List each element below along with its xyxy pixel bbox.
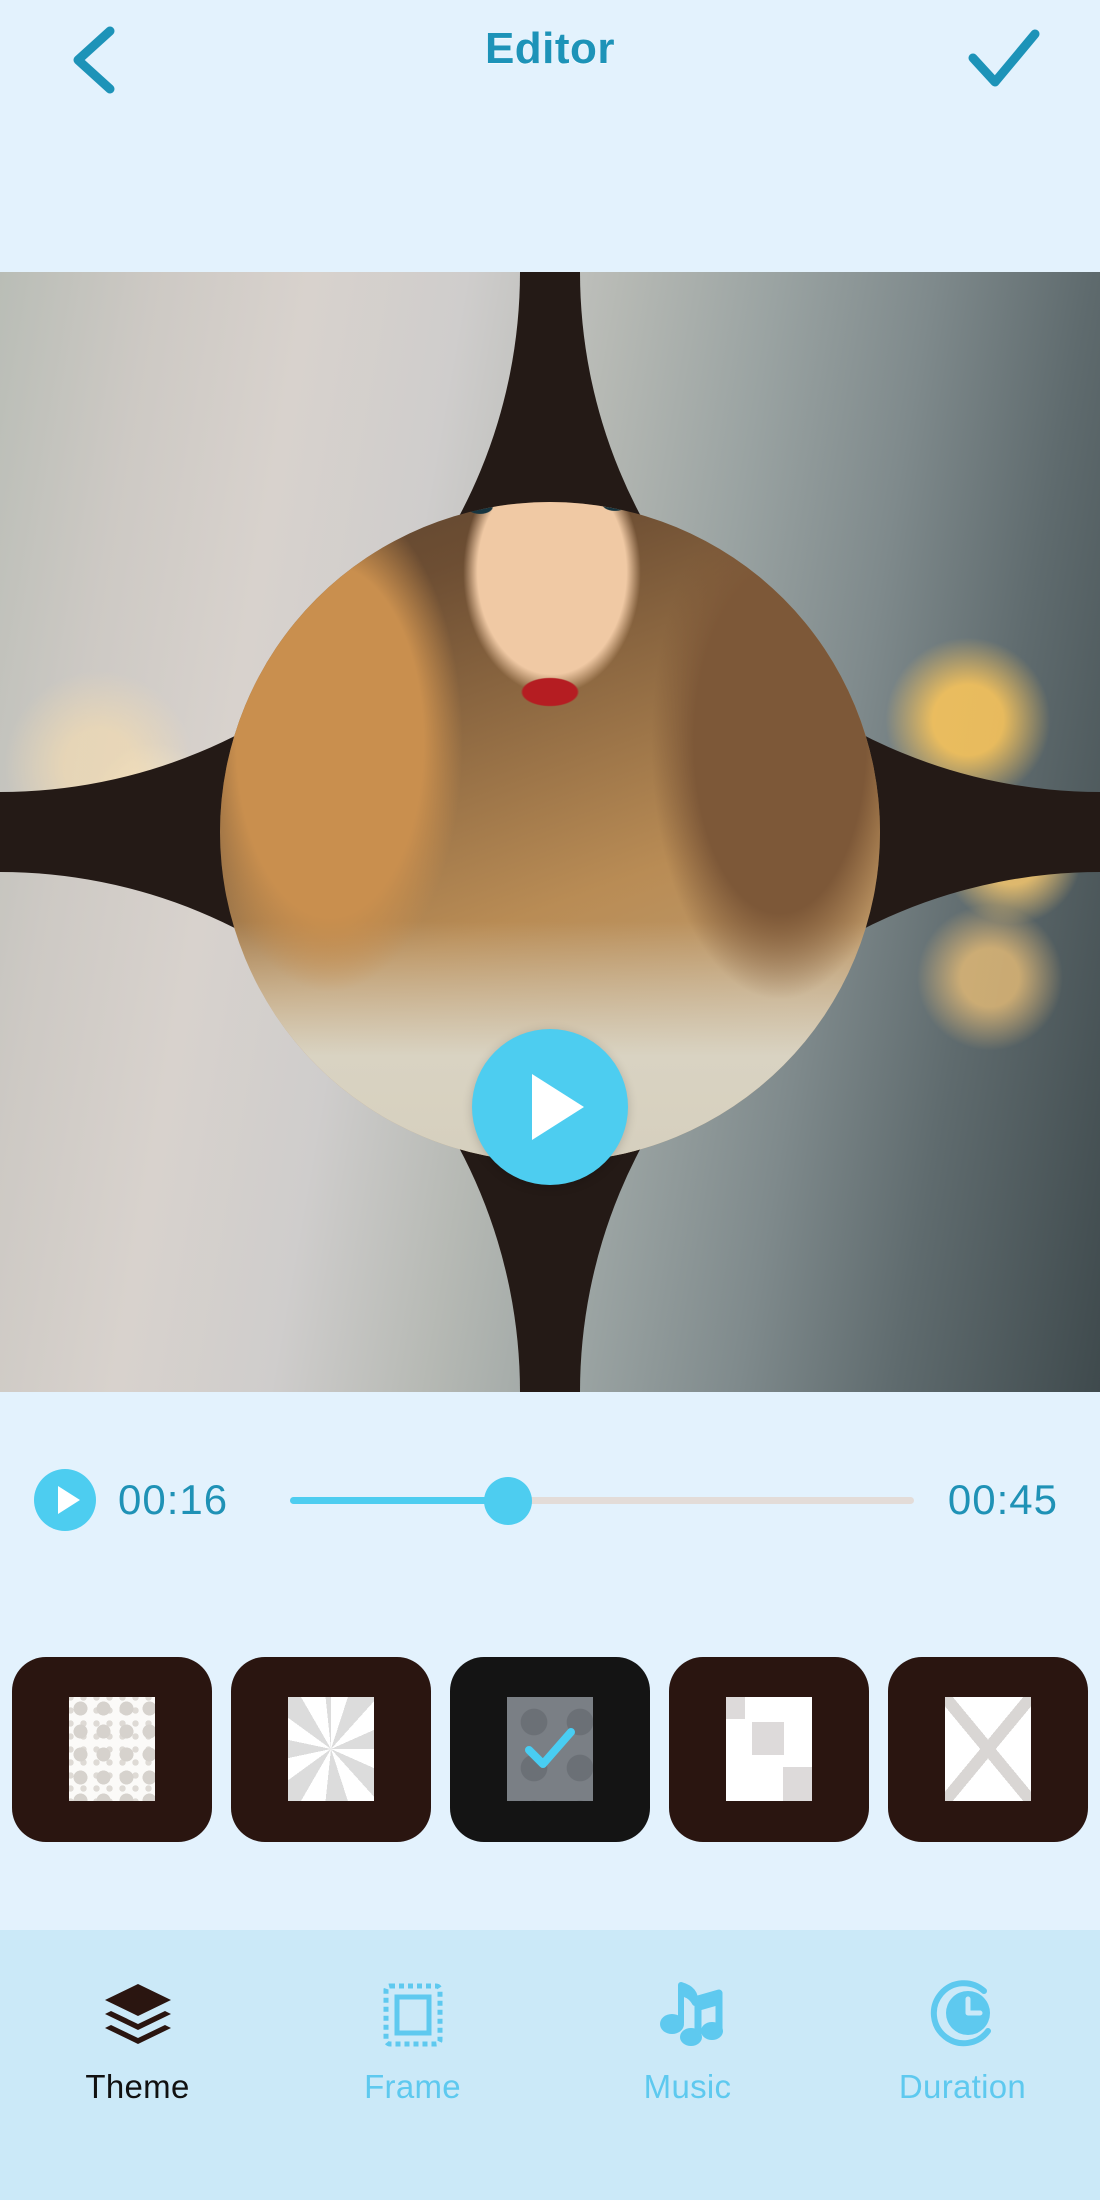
confirm-button[interactable]	[956, 14, 1052, 106]
selected-check-icon	[507, 1697, 593, 1801]
nav-label: Music	[643, 2068, 732, 2105]
theme-thumbnail	[726, 1697, 812, 1801]
clock-icon	[926, 1972, 1000, 2058]
timeline-play-button[interactable]	[34, 1469, 96, 1531]
slider-thumb[interactable]	[484, 1477, 533, 1525]
theme-item-blocks[interactable]	[669, 1656, 869, 1842]
theme-thumbnail	[945, 1697, 1031, 1801]
theme-item-dots[interactable]	[12, 1656, 212, 1842]
current-time-label: 00:16	[118, 1476, 229, 1523]
frame-icon	[379, 1972, 447, 2058]
theme-thumbnail	[69, 1697, 155, 1801]
nav-item-frame[interactable]: Frame	[308, 1972, 518, 2106]
nav-label: Frame	[364, 2068, 461, 2105]
theme-item-pinwheel[interactable]	[231, 1656, 431, 1842]
music-notes-icon	[651, 1972, 725, 2058]
nav-label: Theme	[85, 2068, 190, 2105]
theme-item-circles[interactable]	[450, 1656, 650, 1842]
play-icon	[532, 1074, 584, 1140]
content-spacer	[0, 1890, 1100, 1930]
timeline-bar: 00:16 00:45	[0, 1392, 1100, 1608]
nav-item-duration[interactable]: Duration	[858, 1972, 1068, 2106]
layers-icon	[101, 1972, 175, 2058]
nav-label: Duration	[898, 2068, 1027, 2105]
total-time-label: 00:45	[947, 1476, 1058, 1523]
editor-screen: Editor 00:16 00:45 Theme Frame Music Dur…	[0, 0, 1100, 2200]
check-icon	[968, 29, 1040, 87]
theme-list	[0, 1608, 1100, 1890]
play-icon	[57, 1486, 80, 1514]
page-title: Editor	[484, 24, 616, 73]
video-preview[interactable]	[0, 272, 1100, 1392]
bottom-navigation: Theme Frame Music Duration	[0, 1930, 1100, 2200]
theme-thumbnail	[507, 1697, 593, 1801]
theme-item-cross[interactable]	[888, 1656, 1088, 1842]
theme-thumbnail	[288, 1697, 374, 1801]
slider-fill	[290, 1497, 509, 1504]
preview-play-button[interactable]	[472, 1029, 628, 1185]
app-header: Editor	[0, 0, 1100, 272]
nav-item-theme[interactable]: Theme	[33, 1972, 243, 2106]
progress-slider[interactable]	[290, 1469, 914, 1531]
nav-item-music[interactable]: Music	[583, 1972, 793, 2106]
